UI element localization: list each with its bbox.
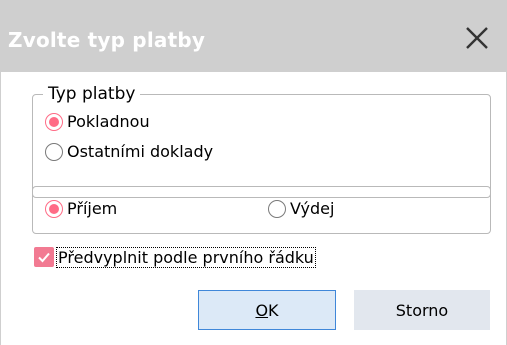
prefill-checkbox[interactable]: [34, 247, 54, 267]
payment-type-legend: Typ platby: [43, 83, 141, 105]
ok-button-label: OK: [255, 300, 279, 320]
radio-ostatnimi-doklady-indicator[interactable]: [45, 142, 63, 161]
cancel-button[interactable]: Storno: [354, 290, 490, 330]
radio-vydej-label: Výdej: [290, 199, 335, 218]
radio-ostatnimi-doklady[interactable]: Ostatními doklady: [45, 142, 213, 161]
radio-pokladnou[interactable]: Pokladnou: [45, 112, 150, 131]
radio-vydej[interactable]: Výdej: [268, 199, 334, 218]
radio-pokladnou-label: Pokladnou: [67, 112, 150, 131]
cancel-button-label: Storno: [395, 300, 449, 320]
radio-vydej-indicator[interactable]: [268, 199, 286, 218]
radio-prijem-indicator[interactable]: [45, 199, 63, 218]
prefill-checkbox-row[interactable]: Předvyplnit podle prvního řádku: [34, 246, 316, 268]
payment-type-group: Typ platby Pokladnou Ostatními doklady: [32, 83, 491, 198]
title-bar: Zvolte typ platby: [0, 0, 507, 72]
direction-group: Příjem Výdej: [32, 186, 491, 234]
checkmark-icon: [38, 252, 50, 263]
payment-type-dialog: Zvolte typ platby Typ platby Pokladnou O…: [0, 0, 507, 345]
radio-prijem-label: Příjem: [67, 199, 118, 218]
radio-ostatnimi-doklady-label: Ostatními doklady: [67, 142, 214, 161]
prefill-checkbox-label: Předvyplnit podle prvního řádku: [56, 246, 316, 268]
close-button[interactable]: [459, 24, 495, 56]
dialog-title: Zvolte typ platby: [8, 28, 206, 52]
ok-button[interactable]: OK: [198, 290, 336, 330]
radio-prijem[interactable]: Příjem: [45, 199, 117, 218]
radio-pokladnou-indicator[interactable]: [45, 112, 63, 131]
dialog-body: Typ platby Pokladnou Ostatními doklady P…: [0, 72, 507, 345]
close-icon: [464, 25, 490, 56]
